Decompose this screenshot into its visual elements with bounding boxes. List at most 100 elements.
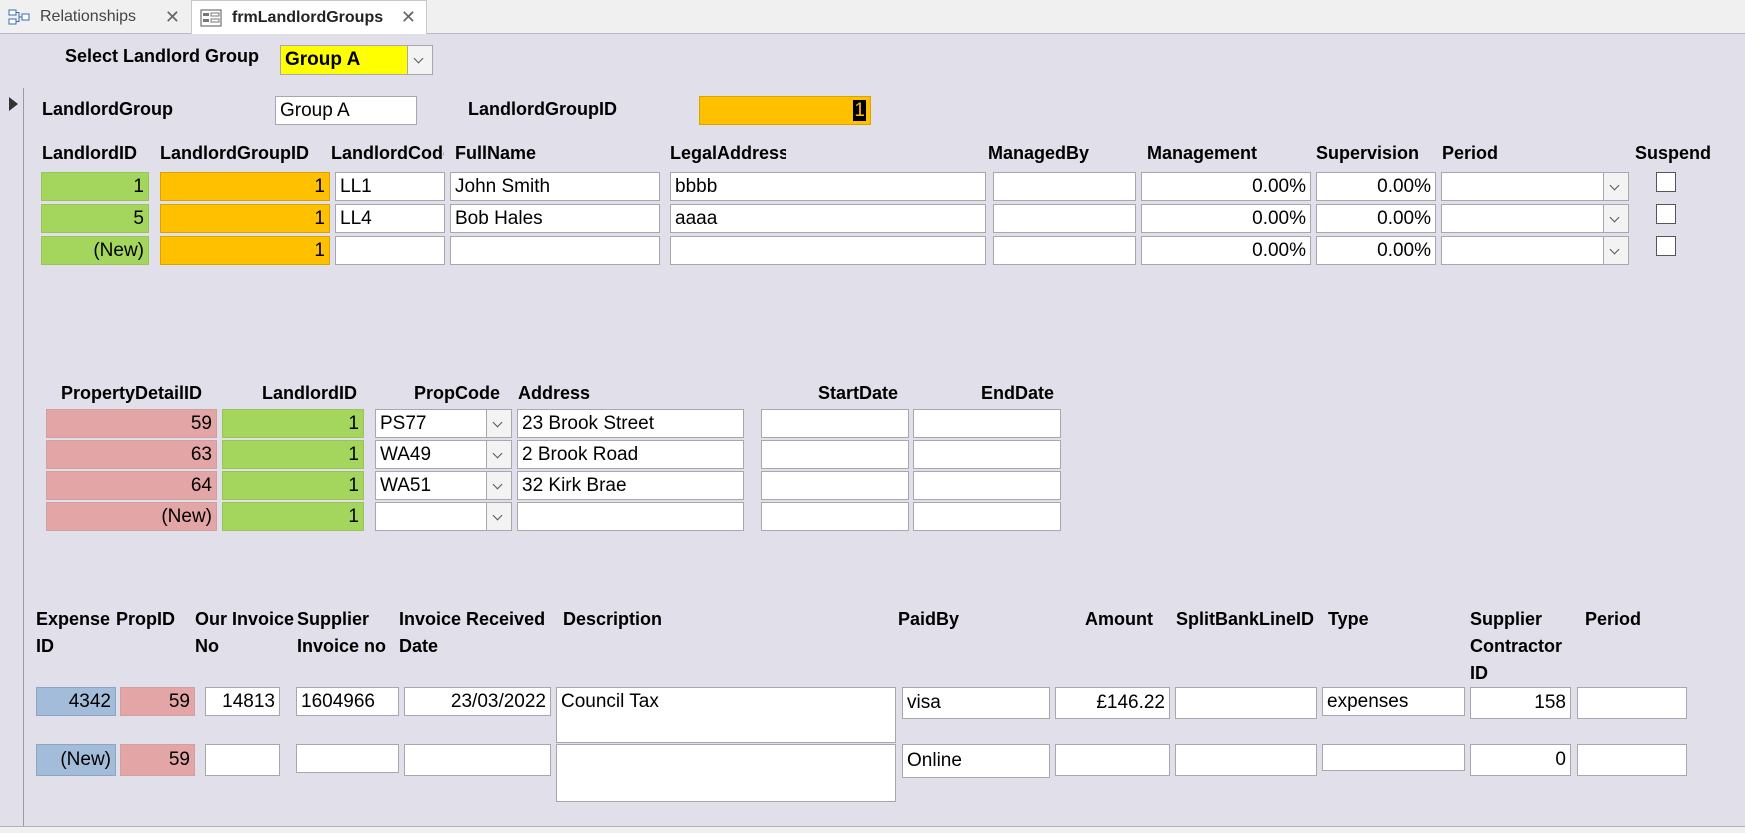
suspend-checkbox[interactable]	[1656, 172, 1676, 192]
paid-by-cell[interactable]: visa	[902, 687, 1050, 719]
amount-cell[interactable]	[1055, 744, 1170, 776]
landlord-group-field[interactable]: Group A	[275, 96, 417, 125]
supervision-cell[interactable]: 0.00%	[1316, 236, 1436, 265]
expense-id-cell[interactable]: 4342	[36, 687, 116, 716]
period-combo[interactable]	[1441, 236, 1629, 265]
start-date-cell[interactable]	[761, 409, 909, 438]
landlord-group-id-cell[interactable]: 1	[160, 172, 330, 201]
split-bank-line-id-cell[interactable]	[1175, 744, 1317, 776]
legal-address-cell[interactable]: aaaa	[670, 204, 986, 233]
prop-code-combo[interactable]: WA51	[375, 471, 512, 500]
suspend-checkbox[interactable]	[1656, 204, 1676, 224]
supplier-invoice-no-cell[interactable]: 1604966	[296, 687, 399, 716]
chevron-down-icon[interactable]	[486, 410, 511, 437]
chevron-down-icon[interactable]	[486, 441, 511, 468]
supplier-contractor-id-cell[interactable]: 0	[1470, 744, 1571, 776]
suspend-checkbox[interactable]	[1656, 236, 1676, 256]
chevron-down-icon[interactable]	[486, 503, 511, 530]
property-landlord-id-cell[interactable]: 1	[222, 409, 364, 438]
expense-prop-id-cell[interactable]: 59	[120, 744, 195, 776]
supplier-invoice-no-cell[interactable]	[296, 744, 399, 773]
period-combo[interactable]	[1441, 172, 1629, 201]
navigation-bar	[0, 826, 1745, 833]
supervision-cell[interactable]: 0.00%	[1316, 204, 1436, 233]
prop-code-value: WA51	[380, 475, 432, 496]
property-landlord-id-cell[interactable]: 1	[222, 471, 364, 500]
start-date-cell[interactable]	[761, 471, 909, 500]
address-cell[interactable]: 2 Brook Road	[517, 440, 744, 469]
chevron-down-icon[interactable]	[1603, 205, 1628, 232]
managed-by-cell[interactable]	[993, 236, 1136, 265]
landlord-group-id-cell[interactable]: 1	[160, 204, 330, 233]
chevron-down-icon[interactable]	[486, 472, 511, 499]
property-detail-id-cell[interactable]: 59	[46, 409, 217, 438]
expense-id-cell[interactable]: (New)	[36, 744, 116, 776]
select-landlord-group-combo[interactable]: Group A	[280, 45, 433, 75]
property-detail-id-cell[interactable]: (New)	[46, 502, 217, 531]
landlord-id-cell[interactable]: 1	[41, 172, 149, 201]
end-date-cell[interactable]	[913, 409, 1061, 438]
expense-prop-id-cell[interactable]: 59	[120, 687, 195, 716]
our-invoice-no-cell[interactable]	[205, 744, 280, 776]
col-our-invoice-no: Our Invoice No	[195, 609, 295, 656]
landlord-id-cell[interactable]: 5	[41, 204, 149, 233]
landlord-group-label: LandlordGroup	[42, 99, 173, 119]
property-landlord-id-cell[interactable]: 1	[222, 440, 364, 469]
end-date-cell[interactable]	[913, 471, 1061, 500]
close-icon[interactable]: ✕	[401, 7, 416, 28]
legal-address-cell[interactable]: bbbb	[670, 172, 986, 201]
management-cell[interactable]: 0.00%	[1141, 236, 1311, 265]
paid-by-cell[interactable]: Online	[902, 744, 1050, 778]
description-cell[interactable]: Council Tax	[556, 687, 896, 743]
description-cell[interactable]	[556, 744, 896, 802]
our-invoice-no-cell[interactable]: 14813	[205, 687, 280, 716]
landlord-id-cell[interactable]: (New)	[41, 236, 149, 265]
start-date-cell[interactable]	[761, 502, 909, 531]
chevron-down-icon[interactable]	[407, 46, 432, 74]
landlord-group-id-cell[interactable]: 1	[160, 236, 330, 265]
full-name-cell[interactable]: Bob Hales	[450, 204, 660, 233]
managed-by-cell[interactable]	[993, 172, 1136, 201]
full-name-cell[interactable]	[450, 236, 660, 265]
property-detail-id-cell[interactable]: 64	[46, 471, 217, 500]
address-cell[interactable]	[517, 502, 744, 531]
invoice-received-date-cell[interactable]: 23/03/2022	[404, 687, 551, 716]
landlord-code-cell[interactable]	[335, 236, 445, 265]
end-date-cell[interactable]	[913, 502, 1061, 531]
landlord-group-id-field[interactable]: 1	[699, 96, 871, 125]
chevron-down-icon[interactable]	[1603, 173, 1628, 200]
start-date-cell[interactable]	[761, 440, 909, 469]
tab-relationships[interactable]: Relationships ✕	[0, 0, 190, 34]
prop-code-combo[interactable]: PS77	[375, 409, 512, 438]
landlord-code-cell[interactable]: LL1	[335, 172, 445, 201]
managed-by-cell[interactable]	[993, 204, 1136, 233]
invoice-received-date-cell[interactable]	[404, 744, 551, 776]
management-cell[interactable]: 0.00%	[1141, 172, 1311, 201]
prop-code-combo[interactable]	[375, 502, 512, 531]
record-selector-strip[interactable]	[0, 88, 24, 833]
property-detail-id-cell[interactable]: 63	[46, 440, 217, 469]
management-cell[interactable]: 0.00%	[1141, 204, 1311, 233]
end-date-cell[interactable]	[913, 440, 1061, 469]
col-supervision: Supervision	[1316, 143, 1420, 163]
landlord-code-cell[interactable]: LL4	[335, 204, 445, 233]
split-bank-line-id-cell[interactable]	[1175, 687, 1317, 719]
close-icon[interactable]: ✕	[165, 7, 180, 28]
chevron-down-icon[interactable]	[1603, 237, 1628, 264]
property-landlord-id-cell[interactable]: 1	[222, 502, 364, 531]
legal-address-cell[interactable]	[670, 236, 986, 265]
supplier-contractor-id-cell[interactable]: 158	[1470, 687, 1571, 719]
address-cell[interactable]: 23 Brook Street	[517, 409, 744, 438]
prop-code-combo[interactable]: WA49	[375, 440, 512, 469]
document-tab-strip: Relationships ✕ frmLandlordGroups ✕	[0, 0, 1745, 34]
type-cell[interactable]: expenses	[1322, 687, 1465, 716]
period-combo[interactable]	[1441, 204, 1629, 233]
tab-frmlandlordgroups[interactable]: frmLandlordGroups ✕	[191, 0, 427, 34]
expense-period-cell[interactable]	[1577, 744, 1687, 776]
type-cell[interactable]	[1322, 744, 1465, 771]
address-cell[interactable]: 32 Kirk Brae	[517, 471, 744, 500]
amount-cell[interactable]: £146.22	[1055, 687, 1170, 719]
full-name-cell[interactable]: John Smith	[450, 172, 660, 201]
supervision-cell[interactable]: 0.00%	[1316, 172, 1436, 201]
expense-period-cell[interactable]	[1577, 687, 1687, 719]
